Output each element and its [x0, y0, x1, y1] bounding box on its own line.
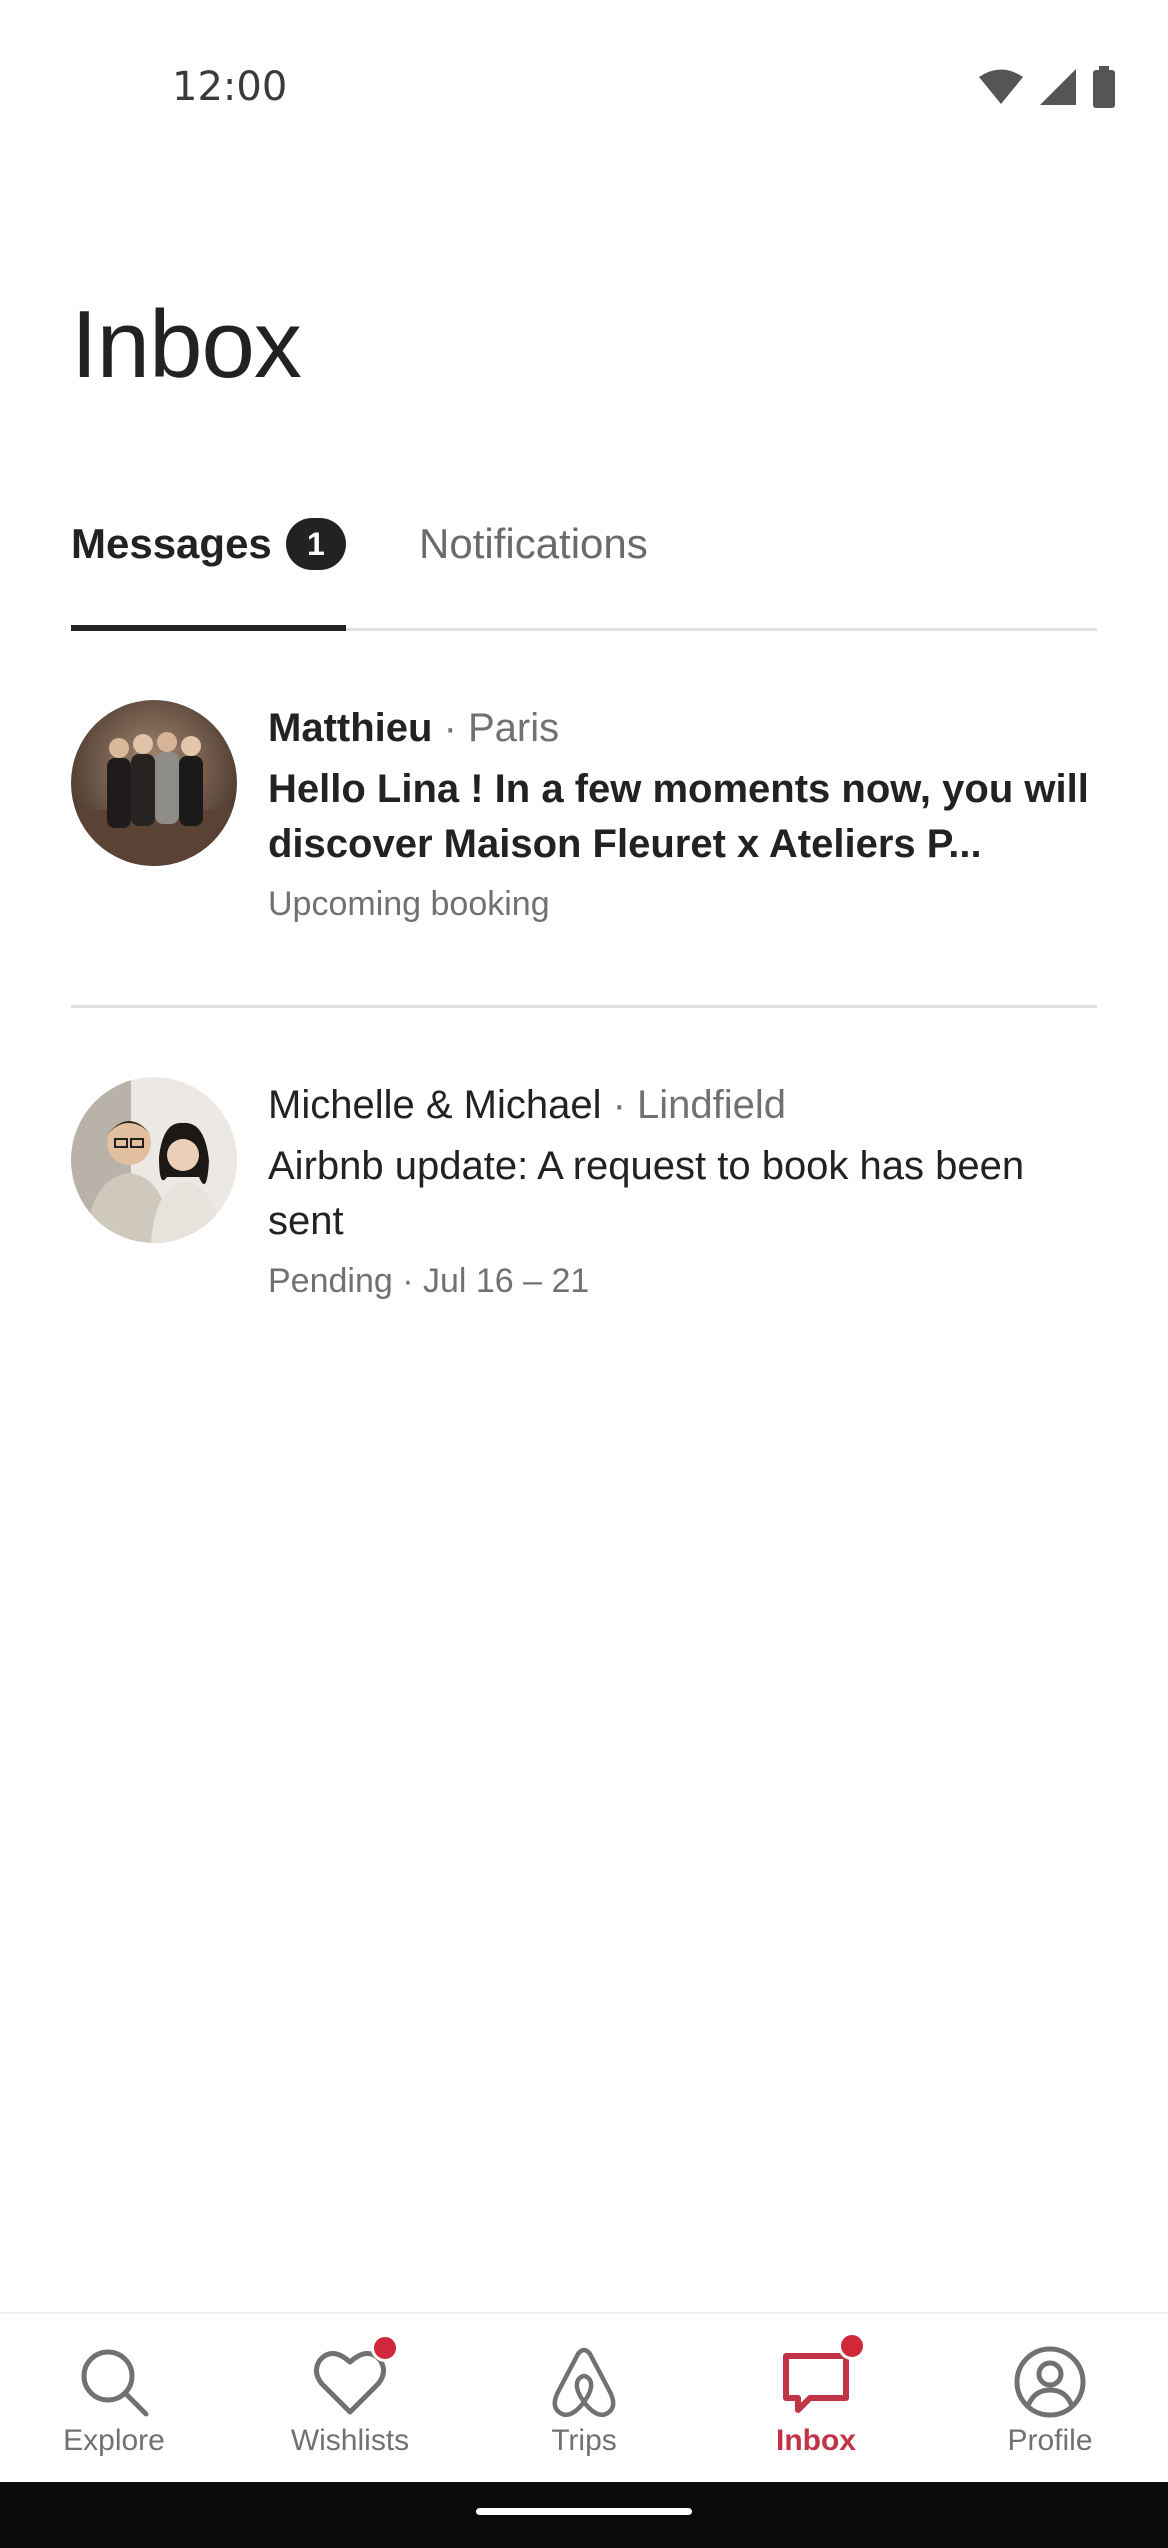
message-thread[interactable]: Michelle & Michael · Lindfield Airbnb up… [71, 1077, 1097, 1337]
wishlists-notification-dot [371, 2334, 399, 2362]
nav-explore-label: Explore [63, 2424, 165, 2457]
thread-content: Michelle & Michael · Lindfield Airbnb up… [268, 1077, 1098, 1305]
thread-content: Matthieu · Paris Hello Lina ! In a few m… [268, 700, 1098, 928]
system-navigation-bar [0, 2482, 1168, 2548]
sender-line: Michelle & Michael · Lindfield [268, 1077, 1098, 1133]
nav-trips-label: Trips [551, 2424, 617, 2457]
tab-notifications-label: Notifications [419, 520, 648, 567]
sender-name: Matthieu [268, 706, 433, 750]
message-snippet: Hello Lina ! In a few moments now, you w… [268, 767, 1089, 866]
page-title: Inbox [71, 291, 302, 398]
nav-wishlists-label: Wishlists [290, 2424, 410, 2457]
nav-wishlists[interactable]: Wishlists [250, 2314, 450, 2484]
cellular-signal-icon [1040, 69, 1076, 105]
inbox-screen: 12:00 Inbox Messages 1 Notifications Mat… [0, 0, 1168, 2548]
sender-line: Matthieu · Paris [268, 700, 1098, 756]
search-icon [81, 2349, 149, 2417]
profile-icon [1014, 2346, 1086, 2418]
nav-profile[interactable]: Profile [950, 2314, 1150, 2484]
message-thread[interactable]: Matthieu · Paris Hello Lina ! In a few m… [71, 700, 1097, 1008]
tab-notifications[interactable]: Notifications [419, 520, 648, 628]
nav-inbox[interactable]: Inbox [716, 2314, 916, 2484]
status-time: 12:00 [172, 64, 288, 110]
nav-profile-label: Profile [1007, 2424, 1093, 2457]
battery-icon [1093, 66, 1115, 108]
airbnb-logo-icon [552, 2347, 616, 2417]
nav-explore[interactable]: Explore [14, 2314, 214, 2484]
wifi-icon [979, 69, 1023, 104]
sender-name: Michelle & Michael [268, 1083, 602, 1127]
sender-location: · Lindfield [612, 1083, 787, 1127]
status-icons [978, 66, 1116, 108]
nav-trips[interactable]: Trips [484, 2314, 684, 2484]
unread-count-badge: 1 [285, 518, 346, 570]
inbox-notification-dot [838, 2332, 866, 2360]
bottom-navigation: Explore Wishlists Trips Inbox Profile [0, 2312, 1168, 2484]
tab-messages-label: Messages [71, 520, 272, 567]
thread-status: Pending · Jul 16 – 21 [268, 1262, 590, 1300]
tab-messages[interactable]: Messages 1 [71, 518, 346, 631]
avatar [71, 700, 237, 866]
avatar [71, 1077, 237, 1243]
thread-status: Upcoming booking [268, 885, 550, 923]
inbox-tabs: Messages 1 Notifications [71, 518, 1097, 631]
home-indicator[interactable] [476, 2508, 692, 2515]
nav-inbox-label: Inbox [776, 2424, 856, 2457]
message-snippet: Airbnb update: A request to book has bee… [268, 1144, 1025, 1243]
sender-location: · Paris [443, 706, 560, 750]
